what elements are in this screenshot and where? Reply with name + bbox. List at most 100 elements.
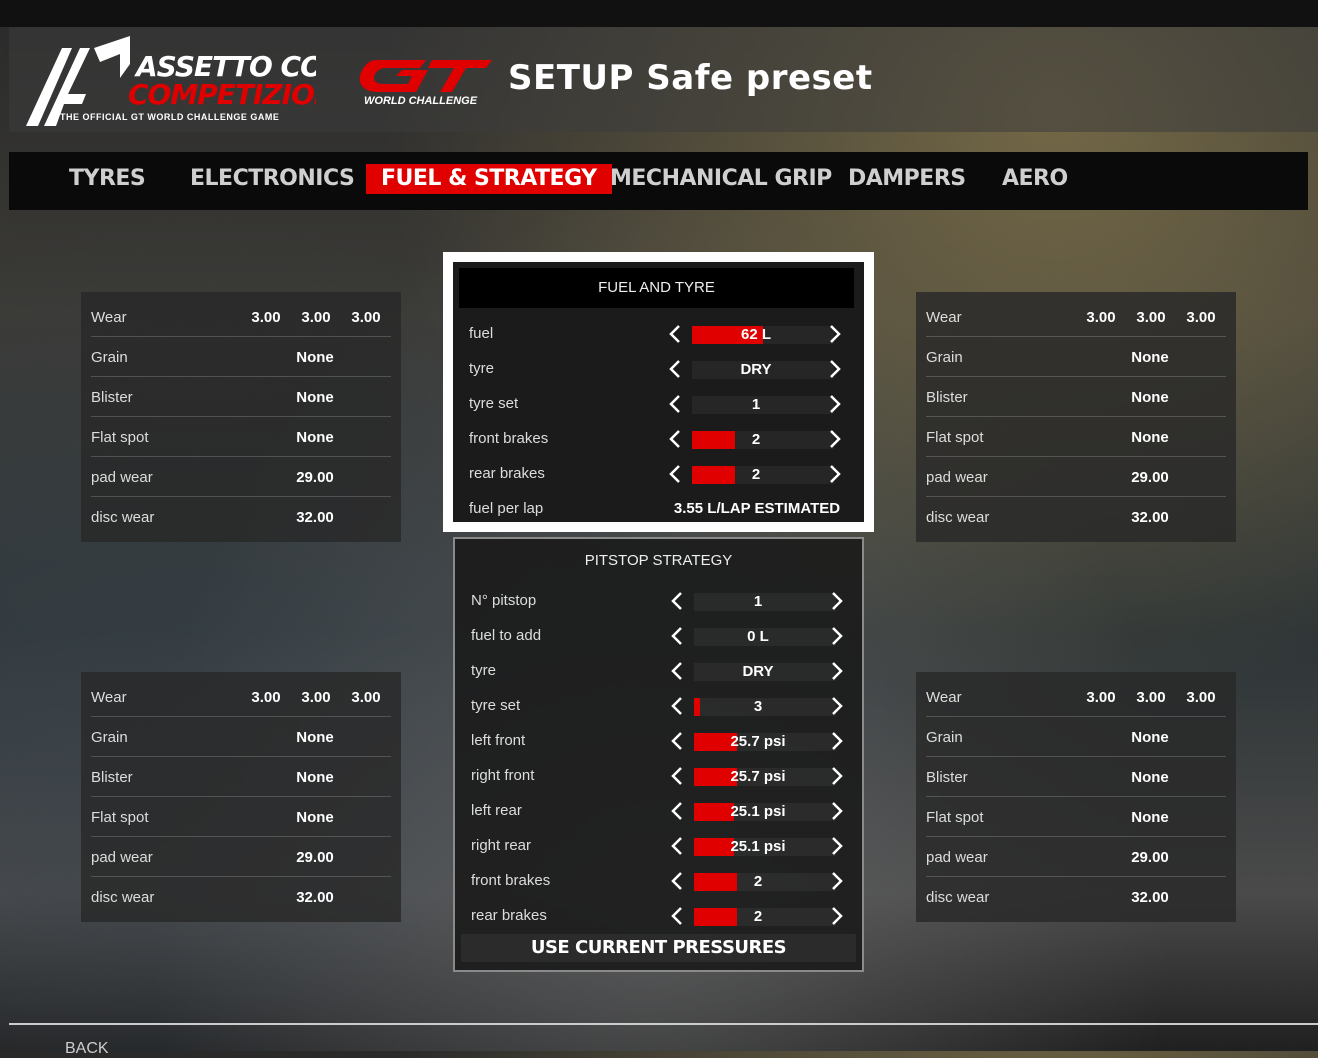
tyre-info-rear-right: Wear 3.00 3.00 3.00 Grain None Blister None Flat… <box>916 672 1236 922</box>
decrease-arrow-icon[interactable] <box>669 626 685 646</box>
decrease-arrow-icon[interactable] <box>667 464 683 484</box>
row-value: 62 L <box>740 326 771 343</box>
pad-wear-row: pad wear 29.00 <box>926 836 1226 877</box>
wear-value: 3.00 <box>1086 689 1116 706</box>
value-bar: 25.7 psi <box>694 768 836 786</box>
decrease-arrow-icon[interactable] <box>667 394 683 414</box>
increase-arrow-icon[interactable] <box>827 359 843 379</box>
increase-arrow-icon[interactable] <box>829 801 845 821</box>
increase-arrow-icon[interactable] <box>829 731 845 751</box>
decrease-arrow-icon[interactable] <box>669 871 685 891</box>
row-value: None <box>1131 389 1169 406</box>
row-value: None <box>1131 729 1169 746</box>
value-bar: 2 <box>692 466 834 484</box>
row-label: tyre <box>469 360 495 377</box>
row-label: Wear <box>91 689 127 706</box>
row-label: Wear <box>926 309 962 326</box>
value-bar: DRY <box>692 361 834 379</box>
increase-arrow-icon[interactable] <box>829 696 845 716</box>
increase-arrow-icon[interactable] <box>827 429 843 449</box>
row-value: None <box>296 809 334 826</box>
row-label: fuel per lap <box>469 500 544 517</box>
value-bar: DRY <box>694 663 836 681</box>
tab-fuel-strategy[interactable]: FUEL & STRATEGY <box>366 164 612 194</box>
tab-tyres[interactable]: TYRES <box>54 164 160 194</box>
tyre-info-rear-left: Wear 3.00 3.00 3.00 Grain None Blister None Flat… <box>81 672 401 922</box>
row-label: fuel to add <box>471 627 542 644</box>
flat-spot-row: Flat spot None <box>926 416 1226 457</box>
setting-row-tyre: tyre DRY <box>461 655 856 690</box>
decrease-arrow-icon[interactable] <box>669 591 685 611</box>
row-value: None <box>1131 349 1169 366</box>
wear-value: 3.00 <box>1186 309 1216 326</box>
decrease-arrow-icon[interactable] <box>669 661 685 681</box>
value-bar: 2 <box>694 908 836 926</box>
blister-row: Blister None <box>91 756 391 797</box>
setting-row-front-brakes: front brakes 2 <box>461 865 856 900</box>
setting-row-tyre: tyre DRY <box>459 353 854 388</box>
top-bar <box>0 0 1318 27</box>
decrease-arrow-icon[interactable] <box>669 731 685 751</box>
row-value: 29.00 <box>1131 469 1169 486</box>
increase-arrow-icon[interactable] <box>829 871 845 891</box>
increase-arrow-icon[interactable] <box>829 661 845 681</box>
row-value: 29.00 <box>1131 849 1169 866</box>
setting-row-fuel: fuel 62 L <box>459 318 854 353</box>
decrease-arrow-icon[interactable] <box>667 429 683 449</box>
row-value: 29.00 <box>296 469 334 486</box>
increase-arrow-icon[interactable] <box>829 626 845 646</box>
row-label: left front <box>471 732 526 749</box>
tab-bar: TYRES ELECTRONICS FUEL & STRATEGY MECHAN… <box>9 152 1308 210</box>
increase-arrow-icon[interactable] <box>829 766 845 786</box>
fuel-and-tyre-inner: FUEL AND TYRE fuel 62 L tyre DRY tyre set 1 fr… <box>453 262 864 522</box>
wear-row: Wear 3.00 3.00 3.00 <box>91 296 391 337</box>
setting-row-right-rear: right rear 25.1 psi <box>461 830 856 865</box>
blister-row: Blister None <box>91 376 391 417</box>
row-label: Flat spot <box>91 809 149 826</box>
value-bar: 3 <box>694 698 836 716</box>
row-label: Blister <box>91 389 133 406</box>
back-button[interactable]: BACK <box>65 1040 109 1058</box>
decrease-arrow-icon[interactable] <box>669 836 685 856</box>
pitstop-strategy-panel: PITSTOP STRATEGY N° pitstop 1 fuel to add 0… <box>453 537 864 972</box>
row-value: 25.1 psi <box>730 803 786 820</box>
use-current-pressures-button[interactable]: USE CURRENT PRESSURES <box>461 934 856 962</box>
increase-arrow-icon[interactable] <box>827 394 843 414</box>
grain-row: Grain None <box>926 716 1226 757</box>
row-label: rear brakes <box>471 907 547 924</box>
grain-row: Grain None <box>926 336 1226 377</box>
wear-value: 3.00 <box>1136 689 1166 706</box>
tab-mechanical-grip[interactable]: MECHANICAL GRIP <box>595 164 847 194</box>
increase-arrow-icon[interactable] <box>829 836 845 856</box>
row-label: Grain <box>926 729 963 746</box>
decrease-arrow-icon[interactable] <box>669 801 685 821</box>
increase-arrow-icon[interactable] <box>829 591 845 611</box>
decrease-arrow-icon[interactable] <box>667 359 683 379</box>
decrease-arrow-icon[interactable] <box>669 696 685 716</box>
section-title: FUEL AND TYRE <box>459 268 854 308</box>
increase-arrow-icon[interactable] <box>827 464 843 484</box>
gt-world-challenge-logo: WORLD CHALLENGE <box>359 60 492 106</box>
tab-aero[interactable]: AERO <box>987 164 1083 194</box>
tab-electronics[interactable]: ELECTRONICS <box>175 164 369 194</box>
value-bar: 1 <box>694 593 836 611</box>
row-label: Wear <box>926 689 962 706</box>
row-label: tyre set <box>469 395 519 412</box>
decrease-arrow-icon[interactable] <box>667 324 683 344</box>
row-label: Grain <box>926 349 963 366</box>
grain-row: Grain None <box>91 336 391 377</box>
decrease-arrow-icon[interactable] <box>669 906 685 926</box>
row-value: 1 <box>753 593 763 610</box>
decrease-arrow-icon[interactable] <box>669 766 685 786</box>
increase-arrow-icon[interactable] <box>827 324 843 344</box>
row-label: Blister <box>926 769 968 786</box>
tab-dampers[interactable]: DAMPERS <box>833 164 981 194</box>
row-label: Wear <box>91 309 127 326</box>
row-value: None <box>1131 809 1169 826</box>
disc-wear-row: disc wear 32.00 <box>926 876 1226 916</box>
row-label: pad wear <box>926 849 988 866</box>
row-value: 25.1 psi <box>730 838 786 855</box>
increase-arrow-icon[interactable] <box>829 906 845 926</box>
flat-spot-row: Flat spot None <box>91 796 391 837</box>
row-value: 29.00 <box>296 849 334 866</box>
